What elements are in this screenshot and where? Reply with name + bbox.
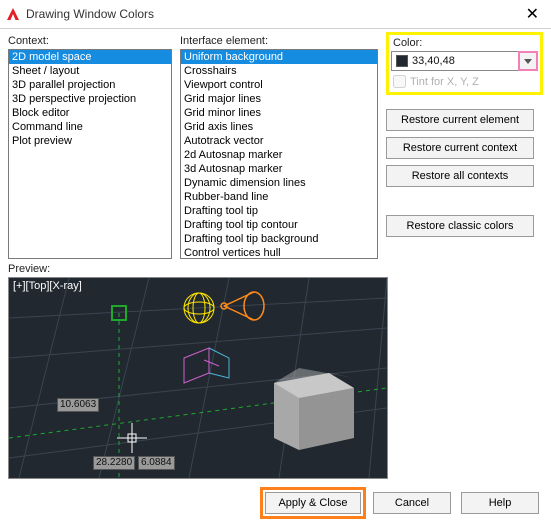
restore-all-contexts-button[interactable]: Restore all contexts	[386, 165, 534, 187]
interface-list-item[interactable]: Grid major lines	[181, 92, 377, 106]
interface-list-item[interactable]: Grid axis lines	[181, 120, 377, 134]
color-swatch	[396, 55, 408, 67]
context-list-item[interactable]: 3D perspective projection	[9, 92, 171, 106]
tooltip-value-2b: 6.0884	[138, 456, 175, 470]
preview-viewport: [+][Top][X-ray]	[9, 278, 387, 478]
interface-list-item[interactable]: Drafting tool tip	[181, 204, 377, 218]
apply-close-highlight: Apply & Close	[260, 487, 366, 519]
color-dropdown[interactable]: 33,40,48	[391, 51, 538, 71]
cancel-button[interactable]: Cancel	[373, 492, 451, 514]
context-listbox[interactable]: 2D model spaceSheet / layout3D parallel …	[8, 49, 172, 259]
interface-list-item[interactable]: Grid minor lines	[181, 106, 377, 120]
tint-checkbox	[393, 75, 406, 88]
context-list-item[interactable]: Plot preview	[9, 134, 171, 148]
close-button[interactable]: ✕	[520, 4, 545, 24]
interface-list-item[interactable]: Drafting tool tip contour	[181, 218, 377, 232]
interface-list-item[interactable]: Uniform background	[181, 50, 377, 64]
color-label: Color:	[393, 37, 538, 49]
context-label: Context:	[8, 35, 172, 47]
apply-close-button[interactable]: Apply & Close	[265, 492, 361, 514]
color-highlight: Color: 33,40,48 Tint for X, Y, Z	[386, 32, 543, 95]
context-list-item[interactable]: Block editor	[9, 106, 171, 120]
interface-list-item[interactable]: Dynamic dimension lines	[181, 176, 377, 190]
help-button[interactable]: Help	[461, 492, 539, 514]
preview-label: Preview:	[8, 263, 551, 275]
title-bar: Drawing Window Colors ✕	[0, 0, 551, 29]
restore-current-context-button[interactable]: Restore current context	[386, 137, 534, 159]
interface-list-item[interactable]: 3d Autosnap marker	[181, 162, 377, 176]
context-list-item[interactable]: Command line	[9, 120, 171, 134]
chevron-down-icon[interactable]	[519, 52, 537, 70]
interface-list-item[interactable]: Control vertices hull	[181, 246, 377, 259]
interface-list-item[interactable]: Crosshairs	[181, 64, 377, 78]
autocad-icon	[6, 7, 20, 21]
interface-list-item[interactable]: Autotrack vector	[181, 134, 377, 148]
interface-label: Interface element:	[180, 35, 378, 47]
tint-label: Tint for X, Y, Z	[410, 76, 479, 88]
context-list-item[interactable]: 3D parallel projection	[9, 78, 171, 92]
restore-classic-colors-button[interactable]: Restore classic colors	[386, 215, 534, 237]
context-list-item[interactable]: 2D model space	[9, 50, 171, 64]
restore-current-element-button[interactable]: Restore current element	[386, 109, 534, 131]
preview-scene	[9, 278, 387, 478]
interface-list-item[interactable]: Viewport control	[181, 78, 377, 92]
interface-list-item[interactable]: Drafting tool tip background	[181, 232, 377, 246]
interface-listbox[interactable]: Uniform backgroundCrosshairsViewport con…	[180, 49, 378, 259]
tooltip-value-2a: 28.2280	[93, 456, 135, 470]
tooltip-value-1: 10.6063	[57, 398, 99, 412]
context-list-item[interactable]: Sheet / layout	[9, 64, 171, 78]
interface-list-item[interactable]: Rubber-band line	[181, 190, 377, 204]
interface-list-item[interactable]: 2d Autosnap marker	[181, 148, 377, 162]
color-value: 33,40,48	[412, 55, 519, 67]
window-title: Drawing Window Colors	[26, 7, 154, 21]
